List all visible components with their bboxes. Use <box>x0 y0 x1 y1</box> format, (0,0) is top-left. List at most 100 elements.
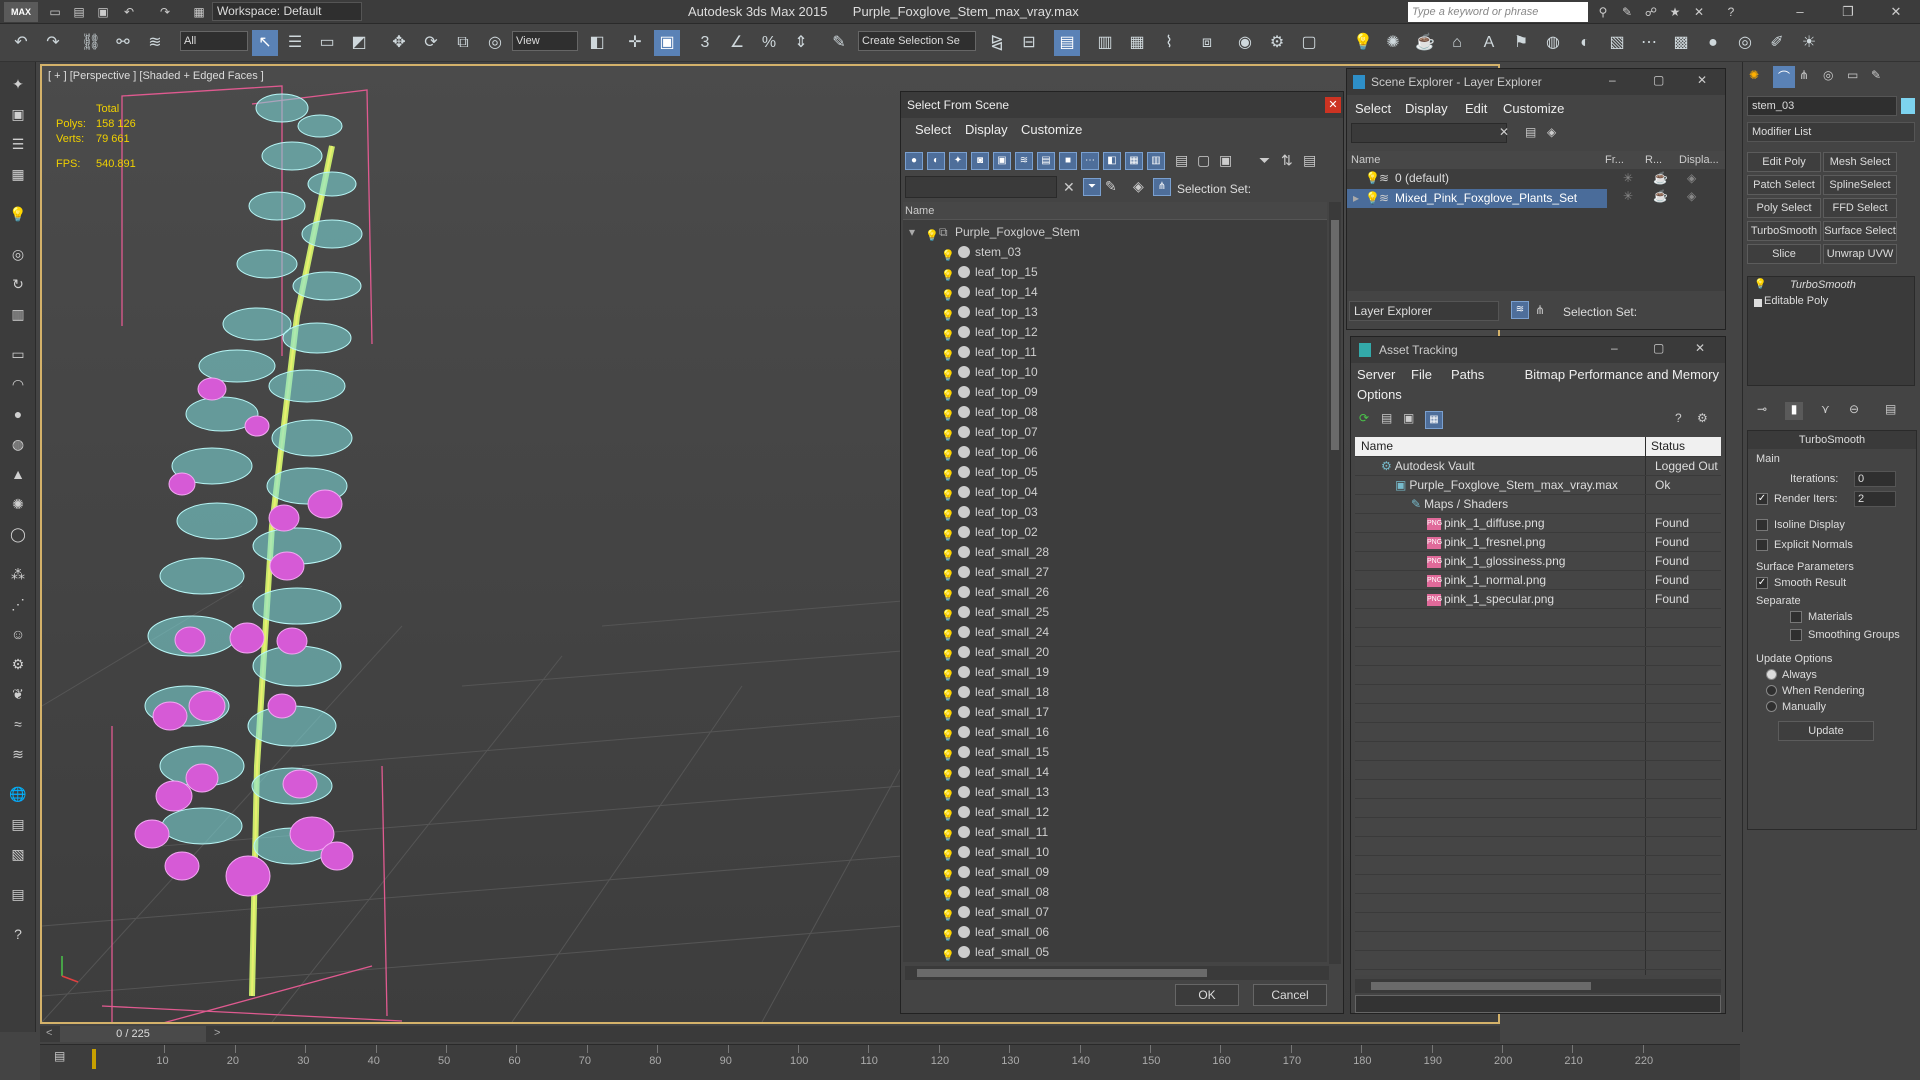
display-invert-icon[interactable]: ▣ <box>1219 152 1232 169</box>
move-icon[interactable]: ✥ <box>386 30 412 56</box>
list-item[interactable]: 💡 leaf_top_06 <box>903 442 1327 462</box>
modifier-mesh-select-button[interactable]: Mesh Select <box>1823 152 1897 172</box>
gear-icon[interactable]: ⚙ <box>6 652 30 676</box>
vertical-scrollbar[interactable] <box>1329 202 1341 964</box>
display-shapes-icon[interactable]: ◐ <box>927 152 945 170</box>
align-icon[interactable]: ☰ <box>6 132 30 156</box>
effects-icon[interactable]: ◐ <box>1572 30 1598 56</box>
modifier-stack[interactable]: 💡 TurboSmooth Editable Poly <box>1747 276 1915 386</box>
search-input[interactable]: Type a keyword or phrase <box>1408 2 1588 22</box>
display-spacewarps-icon[interactable]: ≋ <box>1015 152 1033 170</box>
display-lights-icon[interactable]: ✦ <box>949 152 967 170</box>
modifier-unwrap-uvw-button[interactable]: Unwrap UVW <box>1823 244 1897 264</box>
ok-button[interactable]: OK <box>1175 984 1239 1006</box>
make-unique-icon[interactable]: ⋎ <box>1821 402 1830 416</box>
light-bulb-icon[interactable]: 💡 <box>1365 189 1380 208</box>
list-item[interactable]: 💡 leaf_small_09 <box>903 862 1327 882</box>
layer-tree[interactable]: 💡 ≋ 0 (default) ✳ ☕ ◈ ▸ 💡 ≋ Mixed_Pink_F… <box>1347 169 1725 291</box>
stack-item[interactable]: Editable Poly <box>1748 295 1914 311</box>
window-crossing-icon[interactable]: ◩ <box>346 30 372 56</box>
maximize-icon[interactable]: ❐ <box>1828 0 1868 24</box>
cancel-button[interactable]: Cancel <box>1253 984 1327 1006</box>
display-tab-icon[interactable]: ▭ <box>1847 68 1858 82</box>
options-icon[interactable]: ⚙ <box>1697 411 1708 425</box>
edit-named-selection-icon[interactable]: ✎ <box>826 30 852 56</box>
communication-icon[interactable]: ☍ <box>1642 3 1660 21</box>
list-item[interactable]: 💡 leaf_top_12 <box>903 322 1327 342</box>
new-file-icon[interactable]: ▭ <box>46 3 64 21</box>
menu-select[interactable]: Select <box>915 120 951 140</box>
favorites-icon[interactable]: ★ <box>1666 3 1684 21</box>
geosphere-icon[interactable]: ◍ <box>6 432 30 456</box>
modifier-list-dropdown[interactable]: Modifier List <box>1747 122 1915 142</box>
close-icon[interactable]: ✕ <box>1697 73 1707 87</box>
materials-checkbox[interactable] <box>1790 611 1802 623</box>
text-icon[interactable]: A <box>1476 30 1502 56</box>
mirror-icon[interactable]: ⧎ <box>984 30 1010 56</box>
schematic-view-icon[interactable]: ⧈ <box>1194 30 1220 56</box>
rectangular-selection-icon[interactable]: ▭ <box>314 30 340 56</box>
column-display[interactable]: Displa... <box>1679 151 1719 169</box>
sort-icon[interactable]: ⇅ <box>1281 152 1293 169</box>
menu-customize[interactable]: Customize <box>1503 99 1564 119</box>
list-item[interactable]: 💡 leaf_small_28 <box>903 542 1327 562</box>
display-containers-icon[interactable]: ◧ <box>1103 152 1121 170</box>
menu-customize[interactable]: Customize <box>1021 120 1082 140</box>
menu-file[interactable]: File <box>1411 365 1432 385</box>
list-item[interactable]: 💡 leaf_top_11 <box>903 342 1327 362</box>
help-icon[interactable]: ? <box>1675 411 1682 425</box>
list-icon[interactable]: ▤ <box>1381 411 1392 425</box>
grid-icon[interactable]: ▦ <box>6 162 30 186</box>
horizontal-scrollbar[interactable] <box>905 966 1329 980</box>
graphite-toolbar-icon[interactable]: ▦ <box>1124 30 1150 56</box>
viewport-icon[interactable]: ▧ <box>6 842 30 866</box>
hair-icon[interactable]: ≈ <box>6 712 30 736</box>
x-icon[interactable]: ✕ <box>1690 3 1708 21</box>
smoothing-groups-checkbox[interactable] <box>1790 629 1802 641</box>
toggle-layer-explorer-icon[interactable]: ▥ <box>1092 30 1118 56</box>
app-logo[interactable]: MAX <box>4 2 38 22</box>
sphere-icon[interactable]: ● <box>1700 30 1726 56</box>
modifier-turbosmooth-button[interactable]: TurboSmooth <box>1747 221 1821 241</box>
hierarchy-tab-icon[interactable]: ⋔ <box>1799 68 1809 82</box>
configure-sets-icon[interactable]: ▤ <box>1885 402 1896 416</box>
list-item[interactable]: 💡 leaf_small_24 <box>903 622 1327 642</box>
new-layer-icon[interactable]: ▤ <box>1525 125 1536 139</box>
display-geometry-icon[interactable]: ● <box>905 152 923 170</box>
list-item[interactable]: 💡 leaf_top_08 <box>903 402 1327 422</box>
modifier-edit-poly-button[interactable]: Edit Poly <box>1747 152 1821 172</box>
help-icon[interactable]: ? <box>6 922 30 946</box>
options-icon[interactable]: ▤ <box>1303 152 1316 169</box>
table-row[interactable]: PNG pink_1_fresnel.png Found <box>1355 533 1721 552</box>
camera-icon[interactable]: ⌂ <box>1444 30 1470 56</box>
scene-object-list[interactable]: Name ▾ 💡 ⧉ Purple_Foxglove_Stem 💡 stem_03 💡 lea… <box>903 202 1327 962</box>
display-frozen-icon[interactable]: ▦ <box>1125 152 1143 170</box>
column-name[interactable]: Name <box>1351 154 1380 166</box>
list-item[interactable]: 💡 leaf_top_02 <box>903 522 1327 542</box>
help-icon[interactable]: ? <box>1722 3 1740 21</box>
display-xrefs-icon[interactable]: ■ <box>1059 152 1077 170</box>
filter-icon[interactable]: ⏷ <box>1259 152 1270 169</box>
minimize-icon[interactable]: – <box>1611 341 1618 355</box>
render-icon[interactable]: ☕ <box>1653 189 1668 203</box>
thumbnail-icon[interactable]: ▣ <box>1403 411 1414 425</box>
sun-icon[interactable]: ✺ <box>6 492 30 516</box>
minimize-icon[interactable]: – <box>1609 73 1616 87</box>
render-frame-icon[interactable]: ▢ <box>1296 30 1322 56</box>
list-item[interactable]: 💡 leaf_small_07 <box>903 902 1327 922</box>
sphere-icon[interactable]: ● <box>6 402 30 426</box>
cube-icon[interactable]: ▩ <box>1668 30 1694 56</box>
rotate-icon[interactable]: ⟳ <box>418 30 444 56</box>
hierarchy-icon[interactable]: ⋔ <box>1535 303 1545 317</box>
spiral-icon[interactable]: ↻ <box>6 272 30 296</box>
horizontal-scrollbar[interactable] <box>1355 979 1721 993</box>
light-bulb-icon[interactable]: 💡 <box>1754 279 1766 290</box>
curve-editor-icon[interactable]: ▤ <box>54 1049 65 1063</box>
close-icon[interactable]: ✕ <box>1325 97 1341 113</box>
pivot-center-icon[interactable]: ◧ <box>584 30 610 56</box>
list-item[interactable]: 💡 leaf_top_15 <box>903 262 1327 282</box>
film-icon[interactable]: ▥ <box>6 302 30 326</box>
light-icon[interactable]: 💡 <box>6 202 30 226</box>
modify-tab-icon[interactable]: ⌒ <box>1773 66 1795 88</box>
list-item[interactable]: 💡 leaf_small_11 <box>903 822 1327 842</box>
